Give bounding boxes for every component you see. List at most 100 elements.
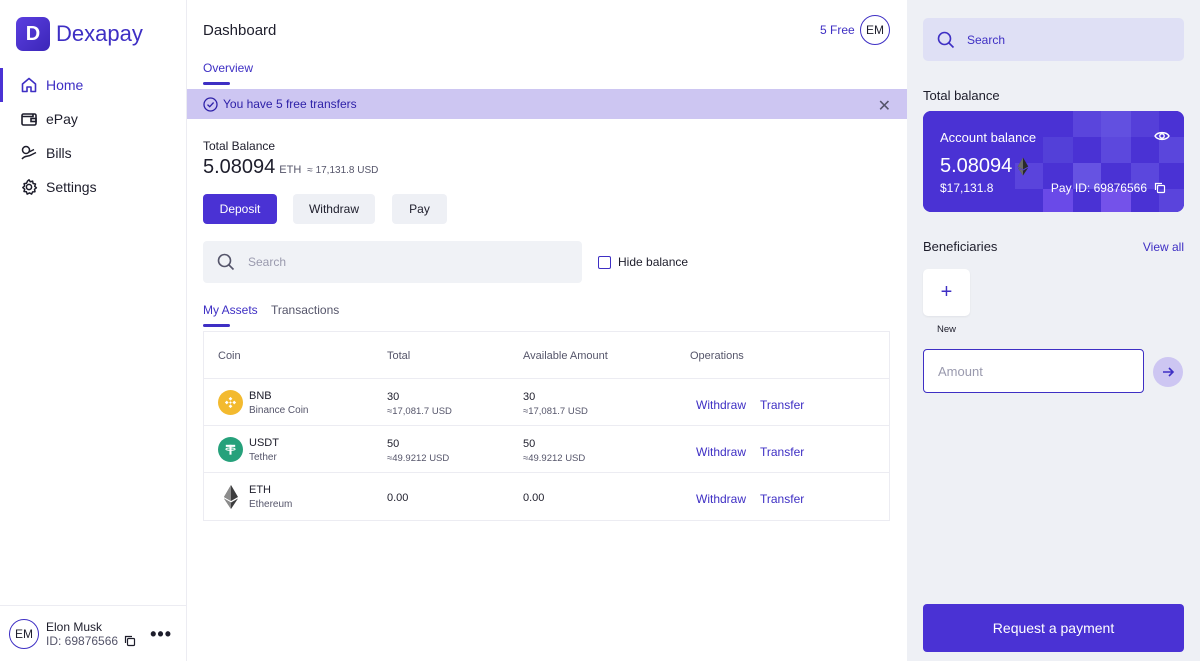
total-usd: ≈49.9212 USD — [387, 453, 450, 464]
user-profile[interactable]: EM Elon Musk ID: 69876566 ••• — [0, 605, 186, 661]
balance-card: Account balance 5.08094 $17,131.8 Pay ID… — [923, 111, 1184, 212]
pay-id: Pay ID: 69876566 — [1051, 181, 1166, 195]
app-logo[interactable]: D Dexapay — [16, 17, 143, 51]
column-header-total: Total — [387, 350, 411, 362]
card-content: Account balance 5.08094 $17,131.8 Pay ID… — [923, 111, 1184, 212]
search-icon — [937, 31, 955, 49]
sidebar-item-label: Bills — [46, 145, 72, 161]
total-balance-title: Total balance — [923, 88, 1000, 103]
logo-mark: D — [16, 17, 50, 51]
available-value: 0.00 — [523, 492, 545, 504]
withdraw-link[interactable]: Withdraw — [696, 445, 746, 459]
total-balance-value: 5.08094 ETH ≈ 17,131.8 USD — [203, 156, 378, 179]
table-header: Coin Total Available Amount Operations — [204, 332, 889, 379]
hide-balance-toggle[interactable]: Hide balance — [598, 255, 688, 269]
hide-balance-checkbox[interactable] — [598, 255, 611, 269]
table-row: USDT Tether 50 ≈49.9212 USD 50 ≈49.9212 … — [204, 426, 889, 473]
search-placeholder: Search — [248, 255, 287, 269]
tab-overview[interactable]: Overview — [203, 61, 253, 75]
tab-my-assets[interactable]: My Assets — [203, 303, 258, 317]
arrow-right-icon — [1161, 365, 1175, 379]
right-panel: Search Total balance Account balance 5.0 — [907, 0, 1200, 661]
bnb-icon — [218, 390, 243, 415]
search-placeholder: Search — [967, 32, 1006, 47]
card-amount: 5.08094 — [940, 155, 1029, 178]
pay-id-text: Pay ID: 69876566 — [1050, 181, 1147, 195]
tab-transactions[interactable]: Transactions — [271, 303, 339, 317]
total-value: 50 — [387, 438, 400, 450]
balance-amount: 5.08094 — [203, 156, 276, 178]
tab-indicator — [203, 82, 230, 85]
close-icon[interactable]: ✕ — [878, 96, 891, 116]
total-usd: ≈17,081.7 USD — [387, 406, 452, 417]
total-value: 0.00 — [387, 492, 409, 504]
check-circle-icon — [203, 96, 218, 112]
page-title: Dashboard — [203, 22, 277, 39]
available-usd: ≈49.9212 USD — [523, 453, 586, 464]
new-beneficiary-label: New — [937, 324, 957, 335]
available-value: 50 — [523, 438, 536, 450]
gear-icon — [19, 177, 39, 197]
user-id: ID: 69876566 — [46, 633, 119, 648]
assets-table: Coin Total Available Amount Operations B… — [203, 331, 890, 521]
banner-text: You have 5 free transfers — [223, 97, 357, 111]
transfer-link[interactable]: Transfer — [760, 445, 804, 459]
free-transfers-link[interactable]: 5 Free — [820, 23, 855, 37]
sidebar-item-bills[interactable]: Bills — [0, 136, 186, 170]
tether-icon — [218, 437, 243, 462]
account-balance-label: Account balance — [940, 130, 1037, 145]
coin-symbol: USDT — [249, 437, 279, 449]
total-balance-label: Total Balance — [203, 139, 276, 153]
copy-icon[interactable] — [1154, 182, 1166, 194]
withdraw-link[interactable]: Withdraw — [696, 492, 746, 506]
sidebar-item-settings[interactable]: Settings — [0, 170, 186, 204]
amount-field[interactable]: Amount — [923, 349, 1144, 393]
search-input[interactable]: Search — [923, 18, 1184, 61]
card-usd: $17,131.8 — [940, 181, 994, 195]
withdraw-link[interactable]: Withdraw — [696, 398, 746, 412]
sidebar-item-label: Home — [46, 77, 84, 93]
coin-name: Binance Coin — [249, 405, 309, 416]
coin-symbol: ETH — [249, 484, 271, 496]
transfer-link[interactable]: Transfer — [760, 492, 804, 506]
transfer-link[interactable]: Transfer — [760, 398, 804, 412]
copy-icon[interactable] — [124, 635, 136, 647]
card-amount-value: 5.08094 — [940, 155, 1013, 177]
sidebar-item-home[interactable]: Home — [0, 68, 186, 102]
column-header-available: Available Amount — [523, 350, 608, 362]
withdraw-button[interactable]: Withdraw — [293, 194, 375, 224]
total-value: 30 — [387, 391, 400, 403]
avatar[interactable]: EM — [860, 15, 890, 45]
bills-icon — [19, 143, 39, 163]
wallet-icon — [19, 109, 39, 129]
available-usd: ≈17,081.7 USD — [523, 406, 588, 417]
sidebar-item-epay[interactable]: ePay — [0, 102, 186, 136]
view-all-link[interactable]: View all — [1143, 240, 1184, 254]
subtab-indicator — [203, 324, 230, 327]
amount-placeholder: Amount — [938, 363, 983, 379]
avatar[interactable]: EM — [9, 618, 39, 649]
hide-balance-label: Hide balance — [618, 255, 689, 269]
request-payment-button[interactable]: Request a payment — [923, 604, 1184, 652]
search-icon — [217, 253, 235, 271]
main-content: Dashboard 5 Free EM Overview You have 5 … — [187, 0, 907, 661]
table-row: BNB Binance Coin 30 ≈17,081.7 USD 30 ≈17… — [204, 379, 889, 426]
deposit-button[interactable]: Deposit — [203, 194, 277, 224]
available-value: 30 — [523, 391, 536, 403]
balance-usd: ≈ 17,131.8 USD — [307, 165, 379, 176]
more-options-icon[interactable]: ••• — [150, 624, 172, 645]
beneficiaries-title: Beneficiaries — [923, 239, 998, 254]
sidebar-nav: Home ePay Bills Settings — [0, 68, 186, 204]
add-beneficiary-button[interactable]: + — [923, 269, 970, 316]
search-input[interactable]: Search — [203, 241, 582, 283]
eye-icon[interactable] — [1154, 129, 1170, 147]
pay-button[interactable]: Pay — [392, 194, 447, 224]
submit-amount-button[interactable] — [1153, 357, 1183, 387]
table-row: ETH Ethereum 0.00 0.00 Withdraw Transfer — [204, 473, 889, 520]
user-id-row: ID: 69876566 — [46, 634, 136, 648]
sidebar-item-label: Settings — [46, 179, 97, 195]
coin-symbol: BNB — [249, 390, 272, 402]
sidebar-item-label: ePay — [46, 111, 78, 127]
coin-name: Ethereum — [249, 499, 293, 510]
eth-icon — [1017, 157, 1029, 176]
